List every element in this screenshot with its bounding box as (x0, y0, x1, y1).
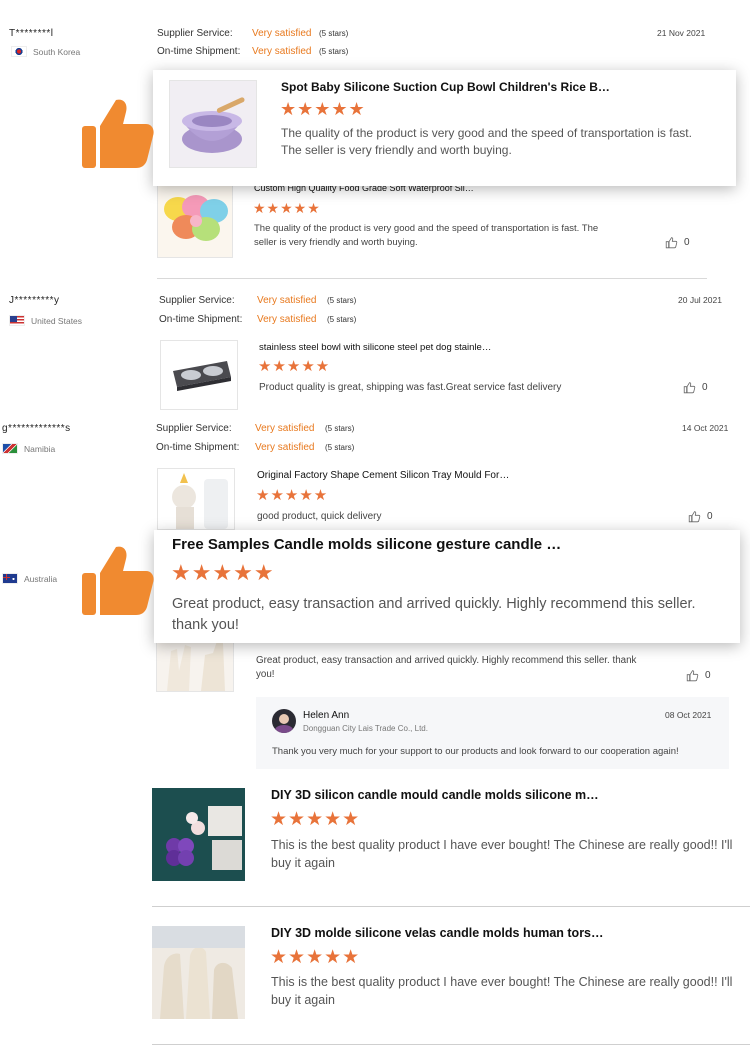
like-button[interactable]: 0 (686, 669, 711, 682)
review-date: 21 Nov 2021 (657, 28, 706, 38)
reviewer-country: South Korea (11, 46, 80, 57)
product-title[interactable]: stainless steel bowl with silicone steel… (259, 342, 491, 353)
review-divider (152, 906, 750, 907)
review-date: 20 Jul 2021 (678, 295, 722, 305)
thumbs-up-icon (688, 511, 701, 523)
avatar (272, 709, 296, 733)
supplier-reply: Helen Ann Dongguan City Lais Trade Co., … (256, 697, 729, 769)
ontime-shipment-label: On-time Shipment: (159, 314, 243, 325)
rating-stars: ★★★★★ (253, 200, 321, 216)
review-text: Product quality is great, shipping was f… (259, 382, 562, 393)
supplier-service-stars: (5 stars) (325, 424, 355, 433)
reply-company[interactable]: Dongguan City Lais Trade Co., Ltd. (303, 724, 428, 733)
like-count: 0 (705, 670, 711, 681)
like-button[interactable]: 0 (683, 381, 708, 394)
product-title[interactable]: DIY 3D silicon candle mould candle molds… (271, 788, 599, 802)
ontime-shipment-value: Very satisfied (257, 314, 317, 325)
united-states-flag-icon (9, 315, 25, 326)
country-label: South Korea (33, 46, 81, 57)
reviewer-name: T********l (9, 28, 54, 39)
product-thumbnail[interactable] (160, 340, 238, 410)
ontime-shipment-stars: (5 stars) (319, 47, 349, 56)
ontime-shipment-stars: (5 stars) (327, 315, 357, 324)
reply-text: Thank you very much for your support to … (272, 746, 679, 757)
rating-stars: ★★★★★ (256, 487, 329, 504)
thumbs-up-icon (80, 543, 154, 622)
rating-stars: ★★★★★ (280, 99, 366, 119)
reviewer-name: g*************s (2, 423, 71, 434)
supplier-service-label: Supplier Service: (157, 28, 233, 39)
australia-flag-icon (2, 573, 18, 584)
ontime-shipment-value: Very satisfied (252, 46, 312, 57)
ontime-shipment-label: On-time Shipment: (156, 442, 240, 453)
statue-mould-image (158, 469, 234, 529)
review-highlight-card: Spot Baby Silicone Suction Cup Bowl Chil… (153, 70, 736, 186)
review-highlight-card: Free Samples Candle molds silicone gestu… (154, 530, 740, 643)
review-text: Great product, easy transaction and arri… (256, 655, 637, 681)
like-count: 0 (707, 511, 713, 522)
like-button[interactable]: 0 (665, 236, 690, 249)
ontime-shipment-stars: (5 stars) (325, 443, 355, 452)
review-text: good product, quick delivery (257, 511, 382, 522)
reviewer-country: Australia (2, 573, 57, 584)
thumbs-up-icon (686, 670, 699, 682)
supplier-service-stars: (5 stars) (319, 29, 349, 38)
reply-date: 08 Oct 2021 (665, 710, 712, 720)
supplier-service-label: Supplier Service: (159, 295, 235, 306)
country-label: Australia (24, 573, 58, 584)
thumbs-up-icon (80, 96, 154, 175)
reviewer-country: United States (9, 315, 82, 326)
supplier-service-value: Very satisfied (252, 28, 312, 39)
rating-stars: ★★★★★ (270, 809, 361, 830)
supplier-service-stars: (5 stars) (327, 296, 357, 305)
product-title[interactable]: Original Factory Shape Cement Silicon Tr… (257, 470, 509, 481)
product-thumbnail[interactable] (157, 468, 235, 530)
review-date: 14 Oct 2021 (682, 423, 729, 433)
country-label: Namibia (24, 443, 56, 454)
namibia-flag-icon (2, 443, 18, 454)
product-thumbnail[interactable] (152, 788, 245, 881)
thumbs-up-icon (683, 382, 696, 394)
torso-candle-image (152, 926, 245, 1019)
product-thumbnail[interactable] (169, 80, 257, 168)
supplier-service-value: Very satisfied (257, 295, 317, 306)
product-thumbnail[interactable] (157, 180, 233, 258)
reviewer-name: J*********y (9, 295, 60, 306)
review-text: This is the best quality product I have … (271, 975, 733, 1007)
rating-stars: ★★★★★ (258, 358, 331, 375)
bibs-image (158, 181, 232, 257)
review-text: Great product, easy transaction and arri… (172, 596, 696, 634)
review-divider (152, 1044, 750, 1045)
like-count: 0 (684, 237, 690, 248)
south-korea-flag-icon (11, 46, 27, 57)
like-button[interactable]: 0 (688, 510, 713, 523)
review-text: The quality of the product is very good … (281, 126, 692, 158)
supplier-service-value: Very satisfied (255, 423, 315, 434)
ontime-shipment-value: Very satisfied (255, 442, 315, 453)
thumbs-up-icon (665, 237, 678, 249)
reply-author-name: Helen Ann (303, 710, 350, 721)
review-text: The quality of the product is very good … (254, 223, 599, 248)
reviewer-country: Namibia (2, 443, 55, 454)
product-title[interactable]: Spot Baby Silicone Suction Cup Bowl Chil… (281, 80, 610, 94)
supplier-service-label: Supplier Service: (156, 423, 232, 434)
review-text: This is the best quality product I have … (271, 838, 733, 870)
product-title[interactable]: DIY 3D molde silicone velas candle molds… (271, 926, 604, 940)
rating-stars: ★★★★★ (171, 560, 275, 585)
review-divider (157, 278, 707, 279)
bubble-candle-image (152, 788, 245, 881)
rating-stars: ★★★★★ (270, 947, 361, 968)
suction-bowl-image (170, 81, 256, 167)
product-thumbnail[interactable] (152, 926, 245, 1019)
country-label: United States (31, 315, 83, 326)
product-title[interactable]: Free Samples Candle molds silicone gestu… (172, 536, 561, 553)
like-count: 0 (702, 382, 708, 393)
pet-bowl-image (161, 341, 237, 409)
ontime-shipment-label: On-time Shipment: (157, 46, 241, 57)
